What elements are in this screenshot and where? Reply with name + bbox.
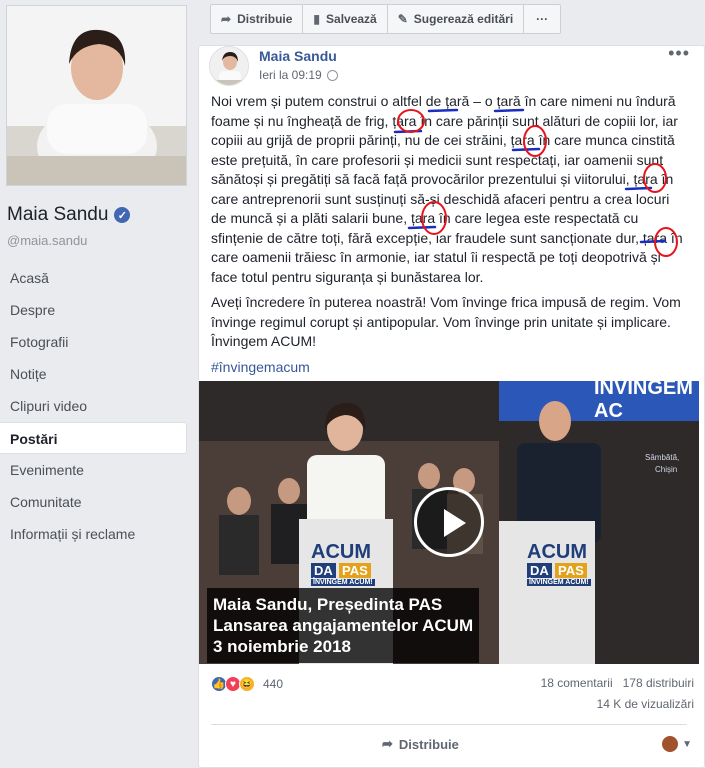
more-options-label: ··· xyxy=(536,12,549,26)
post-card: Maia Sandu Ieri la 09:19 ••• Noi vrem și… xyxy=(198,43,705,768)
video-player[interactable]: ÎNVINGEM AC Sâmbătă, Chișin ACUM DA PAS … xyxy=(199,381,699,664)
podium-right-da: DA xyxy=(527,563,552,578)
nav-item-comunitate[interactable]: Comunitate xyxy=(0,486,187,518)
share-arrow-icon: ➦ xyxy=(382,736,393,751)
suggest-edits-button[interactable]: ✎ Sugerează editări xyxy=(388,5,525,33)
chevron-down-icon: ▼ xyxy=(682,738,692,750)
page-sidebar: Maia Sandu ✓ @maia.sandu Acasă Despre Fo… xyxy=(0,0,198,768)
share-arrow-icon: ➦ xyxy=(221,12,232,26)
page-nav: Acasă Despre Fotografii Notițe Clipuri v… xyxy=(0,262,187,550)
podium-left-tag: ÎNVINGEM ACUM! xyxy=(311,579,375,586)
caption-line-3: 3 noiembrie 2018 xyxy=(213,637,351,656)
page-name-text[interactable]: Maia Sandu xyxy=(7,204,108,226)
save-button[interactable]: ▮ Salvează xyxy=(303,5,388,33)
share-post-label: Distribuie xyxy=(398,736,459,752)
podium-right-tag: ÎNVINGEM ACUM! xyxy=(527,579,591,586)
page-actions-bar: ➦ Distribuie ▮ Salvează ✎ Sugerează edit… xyxy=(210,4,562,34)
nav-item-notite[interactable]: Notițe xyxy=(0,358,187,390)
caption-line-1: Maia Sandu, Președinta PAS xyxy=(213,595,443,614)
podium-right-pas: PAS xyxy=(555,563,587,578)
podium-left-pas: PAS xyxy=(339,563,371,578)
podium-right-main: ACUM xyxy=(527,541,587,563)
pencil-icon: ✎ xyxy=(397,12,408,26)
verified-badge-icon: ✓ xyxy=(114,207,131,223)
actor-avatar-icon xyxy=(662,736,679,752)
nav-item-acasa[interactable]: Acasă xyxy=(0,262,187,294)
hashtag-link[interactable]: #învingemacum xyxy=(211,359,310,375)
video-caption: Maia Sandu, Președinta PAS Lansarea anga… xyxy=(207,588,480,663)
more-options-button[interactable]: ··· xyxy=(524,5,560,33)
post-time-text[interactable]: Ieri la 09:19 xyxy=(259,68,322,82)
shares-count[interactable]: 178 distribuiri xyxy=(623,676,694,690)
post-timestamp[interactable]: Ieri la 09:19 xyxy=(259,68,338,82)
post-paragraph-2: Aveți încredere în puterea noastră! Vom … xyxy=(211,294,681,349)
banner-text: ÎNVINGEM AC xyxy=(594,381,693,422)
globe-icon xyxy=(326,69,338,81)
post-paragraph-1: Noi vrem și putem construi o altfel de ț… xyxy=(211,93,683,285)
page-title[interactable]: Maia Sandu ✓ xyxy=(7,204,131,226)
post-options-icon[interactable]: ••• xyxy=(668,43,690,64)
post-stats: 18 comentarii 178 distribuiri xyxy=(541,676,694,690)
profile-photo[interactable] xyxy=(6,5,187,186)
caption-line-2: Lansarea angajamentelor ACUM xyxy=(213,616,474,635)
post-body: Noi vrem și putem construi o altfel de ț… xyxy=(211,92,687,383)
views-count: 14 K de vizualizări xyxy=(596,697,694,711)
share-page-button[interactable]: ➦ Distribuie xyxy=(211,5,304,33)
share-page-label: Distribuie xyxy=(237,12,293,26)
nav-item-evenimente[interactable]: Evenimente xyxy=(0,454,187,486)
side-text-2: Chișin xyxy=(655,465,678,474)
save-label: Salvează xyxy=(326,12,377,26)
podium-left-da: DA xyxy=(311,563,336,578)
haha-reaction-icon: 😆 xyxy=(239,676,255,692)
nav-item-clipuri-video[interactable]: Clipuri video xyxy=(0,390,187,422)
side-text-1: Sâmbătă, xyxy=(645,453,680,462)
nav-item-postari[interactable]: Postări xyxy=(0,422,187,454)
comments-count[interactable]: 18 comentarii xyxy=(541,676,613,690)
reaction-count[interactable]: 440 xyxy=(263,677,283,691)
bookmark-icon: ▮ xyxy=(313,12,321,26)
share-post-button[interactable]: ➦ Distribuie xyxy=(382,736,459,752)
nav-item-informatii[interactable]: Informații și reclame xyxy=(0,518,187,550)
nav-item-despre[interactable]: Despre xyxy=(0,294,187,326)
divider xyxy=(211,724,687,725)
actor-selector[interactable]: ▼ xyxy=(662,736,692,752)
play-icon[interactable] xyxy=(414,487,484,557)
page-handle[interactable]: @maia.sandu xyxy=(7,233,87,248)
podium-left-main: ACUM xyxy=(311,541,371,563)
nav-item-fotografii[interactable]: Fotografii xyxy=(0,326,187,358)
reactions-summary[interactable]: 👍 ♥ 😆 440 xyxy=(211,676,283,692)
author-avatar[interactable] xyxy=(209,46,249,86)
suggest-edits-label: Sugerează editări xyxy=(413,12,514,26)
post-author[interactable]: Maia Sandu xyxy=(259,48,337,64)
